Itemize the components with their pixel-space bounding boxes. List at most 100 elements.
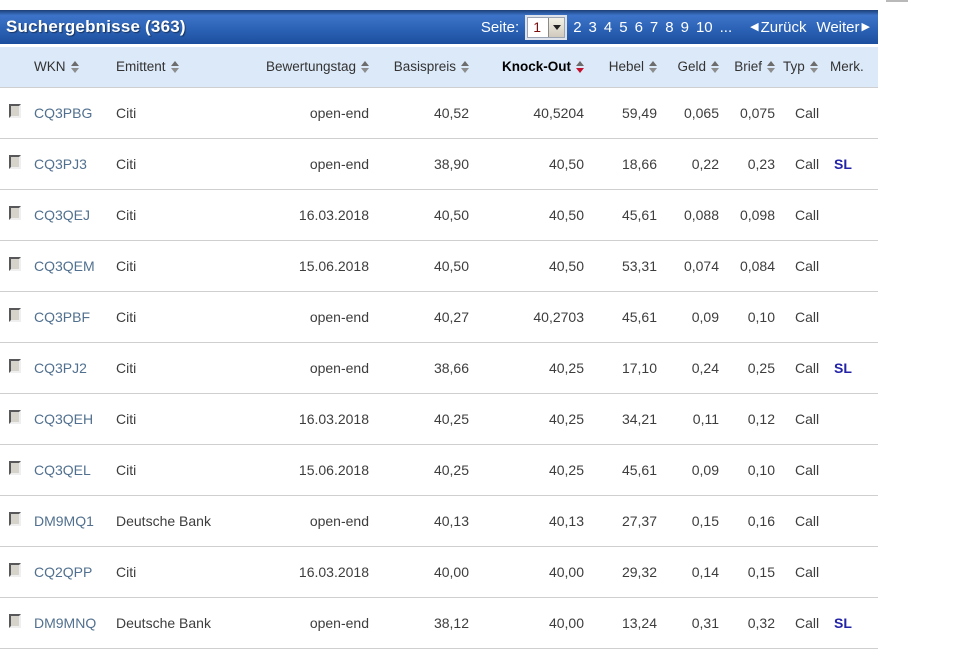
wkn-link[interactable]: CQ3PJ2 <box>34 360 87 376</box>
bewertungstag-cell: open-end <box>264 495 369 546</box>
brief-cell: 0,075 <box>719 87 775 138</box>
column-header-wkn[interactable]: WKN <box>34 47 116 87</box>
column-header-emittent[interactable]: Emittent <box>116 47 264 87</box>
geld-cell: 0,09 <box>657 444 719 495</box>
column-header-typ[interactable]: Typ <box>775 47 830 87</box>
table-row: CQ3QEJ Citi 16.03.2018 40,50 40,50 45,61… <box>0 189 878 240</box>
hebel-cell: 34,21 <box>584 393 657 444</box>
hebel-cell: 18,66 <box>584 138 657 189</box>
page-link[interactable]: 7 <box>650 19 658 36</box>
sort-icon <box>71 61 79 73</box>
wkn-link[interactable]: CQ3QEJ <box>34 207 90 223</box>
left-arrow-icon: ◀ <box>750 22 758 33</box>
row-checkbox[interactable] <box>9 257 21 271</box>
wkn-link[interactable]: CQ3PBF <box>34 309 90 325</box>
basispreis-cell: 40,13 <box>369 495 469 546</box>
page-link[interactable]: 3 <box>589 19 597 36</box>
merk-badge <box>830 393 878 444</box>
knockout-cell: 40,00 <box>469 597 584 648</box>
merk-badge <box>830 444 878 495</box>
table-row: DM9MQ1 Deutsche Bank open-end 40,13 40,1… <box>0 495 878 546</box>
hebel-cell: 27,37 <box>584 495 657 546</box>
sort-icon <box>711 61 719 73</box>
hebel-cell: 53,31 <box>584 240 657 291</box>
merk-badge <box>830 546 878 597</box>
column-header-basispreis[interactable]: Basispreis <box>369 47 469 87</box>
bewertungstag-cell: 16.03.2018 <box>264 546 369 597</box>
page-link[interactable]: 8 <box>665 19 673 36</box>
row-checkbox[interactable] <box>9 206 21 220</box>
basispreis-cell: 38,12 <box>369 597 469 648</box>
row-checkbox[interactable] <box>9 104 21 118</box>
column-header-brief[interactable]: Brief <box>719 47 775 87</box>
table-row: CQ3QEM Citi 15.06.2018 40,50 40,50 53,31… <box>0 240 878 291</box>
wkn-link[interactable]: CQ3QEM <box>34 258 95 274</box>
brief-cell: 0,25 <box>719 342 775 393</box>
row-checkbox[interactable] <box>9 308 21 322</box>
basispreis-cell: 40,52 <box>369 87 469 138</box>
hebel-cell: 59,49 <box>584 87 657 138</box>
wkn-link[interactable]: CQ3QEL <box>34 462 91 478</box>
emittent-cell: Citi <box>116 342 264 393</box>
emittent-cell: Citi <box>116 138 264 189</box>
bewertungstag-cell: 16.03.2018 <box>264 393 369 444</box>
hebel-cell: 29,32 <box>584 546 657 597</box>
page-link[interactable]: 6 <box>635 19 643 36</box>
wkn-link[interactable]: CQ2QPP <box>34 564 92 580</box>
sort-icon <box>461 61 469 73</box>
knockout-cell: 40,50 <box>469 240 584 291</box>
column-header-hebel[interactable]: Hebel <box>584 47 657 87</box>
row-checkbox[interactable] <box>9 155 21 169</box>
prev-link[interactable]: ◀Zurück <box>750 19 806 36</box>
top-edge-artifact <box>886 0 908 2</box>
wkn-link[interactable]: CQ3PBG <box>34 105 92 121</box>
typ-cell: Call <box>775 87 830 138</box>
column-header-geld[interactable]: Geld <box>657 47 719 87</box>
typ-cell: Call <box>775 546 830 597</box>
typ-cell: Call <box>775 291 830 342</box>
row-checkbox[interactable] <box>9 563 21 577</box>
merk-badge: SL <box>830 138 878 189</box>
row-checkbox[interactable] <box>9 614 21 628</box>
next-label: Weiter <box>816 19 859 36</box>
page-link[interactable]: 5 <box>619 19 627 36</box>
emittent-cell: Citi <box>116 87 264 138</box>
brief-cell: 0,084 <box>719 240 775 291</box>
basispreis-cell: 40,25 <box>369 444 469 495</box>
page-select[interactable]: 1 <box>527 17 565 38</box>
row-checkbox[interactable] <box>9 512 21 526</box>
page-link[interactable]: 10 <box>696 19 713 36</box>
header-checkbox-spacer <box>0 47 34 87</box>
row-checkbox[interactable] <box>9 461 21 475</box>
wkn-link[interactable]: DM9MNQ <box>34 615 96 631</box>
page-link[interactable]: 4 <box>604 19 612 36</box>
bewertungstag-cell: open-end <box>264 342 369 393</box>
next-link[interactable]: Weiter▶ <box>816 19 870 36</box>
column-header-bewertungstag[interactable]: Bewertungstag <box>264 47 369 87</box>
wkn-link[interactable]: DM9MQ1 <box>34 513 94 529</box>
row-checkbox[interactable] <box>9 359 21 373</box>
brief-cell: 0,16 <box>719 495 775 546</box>
page-title: Suchergebnisse (363) <box>6 17 186 37</box>
results-table: WKN Emittent Bewertungstag Basispreis Kn… <box>0 47 878 649</box>
page-link[interactable]: 9 <box>681 19 689 36</box>
geld-cell: 0,11 <box>657 393 719 444</box>
page-label: Seite: <box>481 19 519 36</box>
knockout-cell: 40,50 <box>469 138 584 189</box>
geld-cell: 0,074 <box>657 240 719 291</box>
brief-cell: 0,10 <box>719 291 775 342</box>
row-checkbox[interactable] <box>9 410 21 424</box>
knockout-cell: 40,25 <box>469 393 584 444</box>
page-link[interactable]: 2 <box>573 19 581 36</box>
bewertungstag-cell: 15.06.2018 <box>264 444 369 495</box>
table-row: CQ2QPP Citi 16.03.2018 40,00 40,00 29,32… <box>0 546 878 597</box>
knockout-cell: 40,25 <box>469 444 584 495</box>
wkn-link[interactable]: CQ3QEH <box>34 411 93 427</box>
wkn-link[interactable]: CQ3PJ3 <box>34 156 87 172</box>
page-link[interactable]: ... <box>720 19 733 36</box>
right-arrow-icon: ▶ <box>862 22 870 33</box>
chevron-down-icon[interactable] <box>548 18 564 37</box>
column-header-knockout[interactable]: Knock-Out <box>469 47 584 87</box>
brief-cell: 0,098 <box>719 189 775 240</box>
brief-cell: 0,15 <box>719 546 775 597</box>
